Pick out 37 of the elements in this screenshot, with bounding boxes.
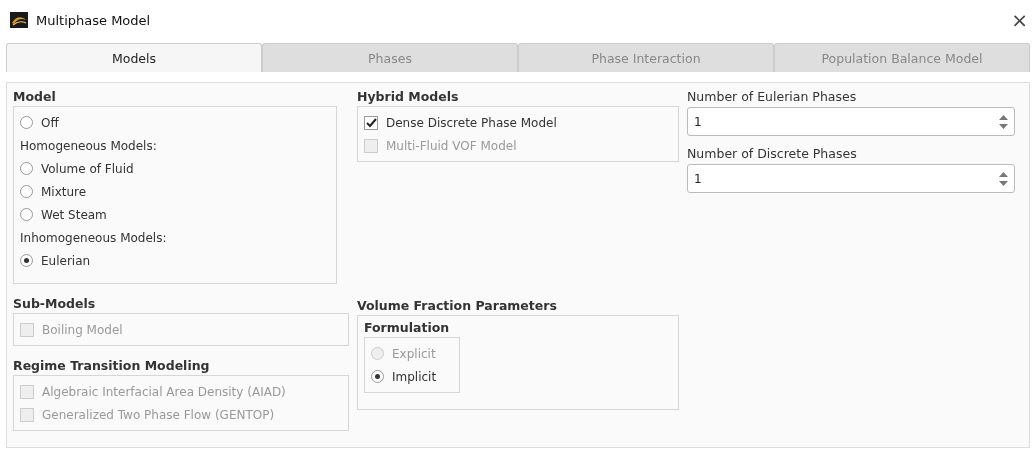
spinner-arrows-icon[interactable] [999,113,1008,130]
radio-label: Mixture [41,184,87,199]
field-label: Number of Discrete Phases [687,146,858,161]
group-heading: Formulation [364,320,451,337]
spinner-field[interactable]: 1 [687,107,1015,136]
radio-button[interactable] [20,185,33,198]
group-heading: Model [13,89,57,106]
radio-button[interactable] [20,254,33,267]
radio-button[interactable] [20,162,33,175]
radio-label: Volume of Fluid [41,161,134,176]
checkbox-label: Boiling Model [42,322,123,337]
radio-label: Explicit [392,346,436,361]
window-title: Multiphase Model [36,12,152,28]
spinner-field[interactable]: 1 [687,164,1015,193]
radio-label: Off [41,115,59,130]
app-logo-icon [10,12,28,28]
radio-button[interactable] [20,116,33,129]
radio-label: Implicit [392,369,437,384]
group-heading: Regime Transition Modeling [13,358,211,375]
subgroup-label: Homogeneous Models: [20,138,157,153]
radio-label: Eulerian [41,253,91,268]
checkbox[interactable] [364,115,378,130]
radio-button[interactable] [371,370,384,383]
close-button[interactable]: × [1011,8,1028,32]
subgroup-label: Inhomogeneous Models: [20,230,167,245]
tab[interactable]: Models [6,43,262,72]
field-label: Number of Eulerian Phases [687,89,858,104]
radio-label: Wet Steam [41,207,107,222]
checkbox-label: Generalized Two Phase Flow (GENTOP) [42,407,275,422]
group-heading: Sub-Models [13,296,97,313]
radio-button[interactable] [20,208,33,221]
group-heading: Volume Fraction Parameters [357,298,558,315]
group-heading: Hybrid Models [357,89,460,106]
checkbox-label: Multi-Fluid VOF Model [386,138,517,153]
spinner-arrows-icon[interactable] [999,170,1008,187]
checkbox-label: Dense Discrete Phase Model [386,115,557,130]
checkbox-label: Algebraic Interfacial Area Density (AIAD) [42,384,286,399]
